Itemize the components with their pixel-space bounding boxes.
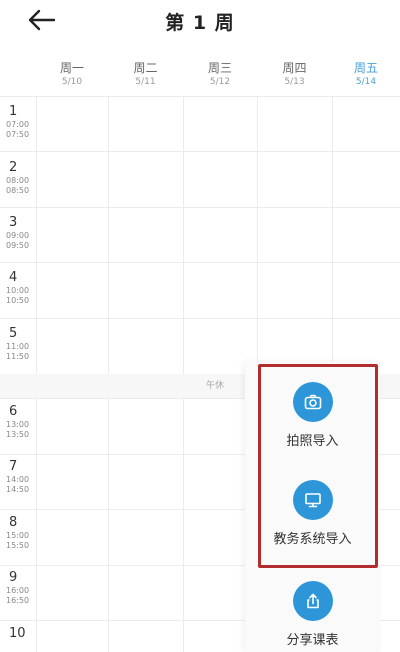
period-number: 10 — [9, 626, 26, 641]
course-cell[interactable] — [109, 208, 183, 262]
period-5: 5 11:00 11:50 — [4, 326, 34, 362]
period-number: 7 — [9, 459, 18, 474]
period-number: 4 — [9, 270, 18, 285]
period-number: 8 — [9, 515, 18, 530]
day-date: 5/13 — [284, 77, 305, 87]
period-9: 9 16:00 16:50 — [4, 570, 34, 606]
period-start: 08:00 — [6, 176, 30, 185]
day-header-fri: 周五 5/14 — [332, 60, 400, 94]
period-end: 08:50 — [6, 186, 30, 195]
period-start: 10:00 — [6, 286, 30, 295]
course-cell[interactable] — [37, 621, 108, 652]
course-cell[interactable] — [109, 399, 183, 454]
course-cell[interactable] — [333, 152, 400, 207]
course-cell[interactable] — [258, 152, 332, 207]
day-date: 5/12 — [209, 77, 231, 87]
period-start: 14:00 — [6, 475, 30, 484]
course-cell[interactable] — [184, 263, 257, 318]
period-end: 14:50 — [6, 485, 30, 494]
day-name: 周四 — [282, 61, 307, 75]
period-end: 15:50 — [6, 541, 30, 550]
course-cell[interactable] — [37, 97, 108, 151]
course-cell[interactable] — [109, 97, 183, 151]
share-timetable-label: 分享课表 — [286, 633, 339, 648]
period-start: 11:00 — [6, 342, 30, 351]
period-1: 1 07:00 07:50 — [4, 104, 34, 140]
period-8: 8 15:00 15:50 — [4, 515, 34, 551]
course-cell[interactable] — [333, 263, 400, 318]
course-cell[interactable] — [37, 152, 108, 207]
period-start: 07:00 — [6, 120, 30, 129]
course-cell[interactable] — [109, 566, 183, 620]
highlight-annotation-box — [258, 364, 378, 568]
day-date: 5/11 — [135, 77, 156, 87]
course-cell[interactable] — [258, 97, 332, 151]
day-header-mon: 周一 5/10 — [36, 60, 108, 94]
period-number: 2 — [9, 160, 18, 175]
period-start: 15:00 — [6, 531, 30, 540]
period-end: 16:50 — [6, 596, 30, 605]
day-name: 周三 — [207, 61, 232, 75]
top-bar: 第 1 周 — [0, 0, 400, 44]
share-icon — [306, 593, 319, 609]
period-number: 5 — [9, 326, 18, 341]
course-cell[interactable] — [37, 399, 108, 454]
course-cell[interactable] — [258, 263, 332, 318]
course-cell[interactable] — [184, 152, 257, 207]
period-end: 10:50 — [6, 296, 30, 305]
period-6: 6 13:00 13:50 — [4, 404, 34, 440]
course-cell[interactable] — [37, 510, 108, 565]
share-icon-circle — [292, 581, 333, 621]
period-7: 7 14:00 14:50 — [4, 459, 34, 495]
course-cell[interactable] — [37, 455, 108, 509]
period-4: 4 10:00 10:50 — [4, 270, 34, 306]
period-number: 3 — [9, 215, 18, 230]
period-start: 09:00 — [6, 231, 30, 240]
course-cell[interactable] — [37, 208, 108, 262]
course-cell[interactable] — [109, 319, 183, 374]
period-2: 2 08:00 08:50 — [4, 160, 34, 196]
page-title: 第 1 周 — [165, 12, 235, 34]
course-cell[interactable] — [109, 152, 183, 207]
day-date: 5/14 — [355, 77, 377, 87]
course-cell[interactable] — [37, 319, 108, 374]
day-name: 周五 — [353, 61, 378, 75]
period-number: 1 — [9, 104, 18, 119]
day-date: 5/10 — [61, 77, 83, 87]
course-cell[interactable] — [184, 97, 257, 151]
course-cell[interactable] — [109, 455, 183, 509]
period-number: 6 — [9, 404, 18, 419]
course-cell[interactable] — [109, 510, 183, 565]
period-end: 07:50 — [6, 130, 30, 139]
day-name: 周二 — [133, 61, 158, 75]
day-name: 周一 — [59, 61, 84, 75]
share-timetable-button[interactable]: 分享课表 — [245, 581, 380, 648]
course-cell[interactable] — [37, 263, 108, 318]
day-header-wed: 周三 5/12 — [183, 60, 257, 94]
period-start: 13:00 — [6, 420, 30, 429]
period-number: 9 — [9, 570, 18, 585]
period-start: 16:00 — [6, 586, 30, 595]
period-end: 11:50 — [6, 352, 30, 361]
period-3: 3 09:00 09:50 — [4, 215, 34, 251]
period-10: 10 — [4, 626, 34, 642]
course-cell[interactable] — [37, 566, 108, 620]
course-cell[interactable] — [258, 208, 332, 262]
course-cell[interactable] — [109, 621, 183, 652]
course-cell[interactable] — [109, 263, 183, 318]
course-cell[interactable] — [333, 208, 400, 262]
period-end: 09:50 — [6, 241, 30, 250]
period-end: 13:50 — [6, 430, 30, 439]
day-header-tue: 周二 5/11 — [108, 60, 183, 94]
day-header-thu: 周四 5/13 — [257, 60, 332, 94]
course-cell[interactable] — [333, 97, 400, 151]
course-cell[interactable] — [184, 208, 257, 262]
